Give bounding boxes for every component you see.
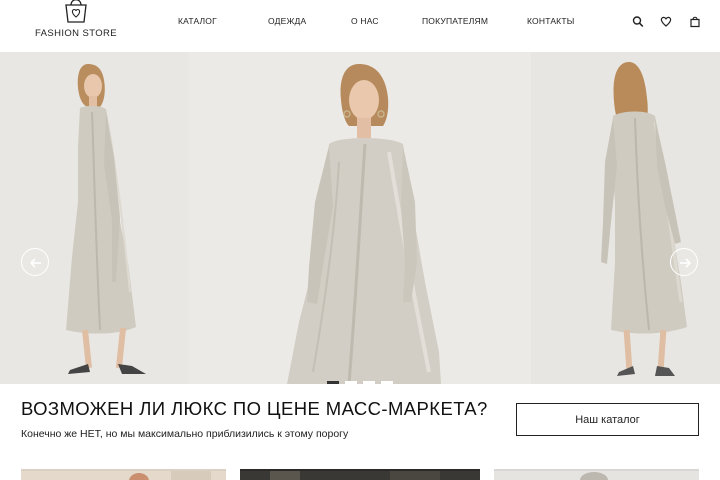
nav-item-catalog[interactable]: КАТАЛОГ xyxy=(178,16,217,26)
promo-headline: ВОЗМОЖЕН ЛИ ЛЮКС ПО ЦЕНЕ МАСС-МАРКЕТА? xyxy=(21,398,488,419)
catalog-button[interactable]: Наш каталог xyxy=(516,403,699,436)
carousel-dot-4[interactable] xyxy=(381,381,393,384)
carousel-dot-3[interactable] xyxy=(363,381,375,384)
logo[interactable]: FASHION STORE xyxy=(34,0,118,44)
search-icon[interactable] xyxy=(632,15,644,28)
nav-item-clothing[interactable]: ОДЕЖДА xyxy=(268,16,306,26)
bag-logo-icon xyxy=(65,0,87,23)
carousel-dot-1[interactable] xyxy=(327,381,339,384)
product-thumbnail[interactable] xyxy=(21,469,226,480)
promo-subline: Конечно же НЕТ, но мы максимально прибли… xyxy=(21,428,349,440)
carousel-dot-2[interactable] xyxy=(345,381,357,384)
nav-item-about[interactable]: О НАС xyxy=(351,16,379,26)
product-thumbnail[interactable] xyxy=(494,469,699,480)
shopping-bag-icon[interactable] xyxy=(689,15,701,28)
site-header: FASHION STORE КАТАЛОГ ОДЕЖДА О НАС ПОКУП… xyxy=(0,0,720,52)
hero-image-side-view xyxy=(0,52,189,384)
hero-image-front-view xyxy=(189,52,531,384)
logo-text: FASHION STORE xyxy=(34,28,118,39)
hero-carousel xyxy=(0,52,720,384)
hero-image-back-view xyxy=(531,52,720,384)
nav-item-customers[interactable]: ПОКУПАТЕЛЯМ xyxy=(422,16,488,26)
heart-icon[interactable] xyxy=(660,15,672,28)
nav-item-contacts[interactable]: КОНТАКТЫ xyxy=(527,16,574,26)
carousel-next-button[interactable] xyxy=(670,248,698,276)
arrow-left-icon xyxy=(29,258,41,268)
product-thumbnail[interactable] xyxy=(240,469,480,480)
arrow-right-icon xyxy=(680,258,692,268)
carousel-prev-button[interactable] xyxy=(21,248,49,276)
